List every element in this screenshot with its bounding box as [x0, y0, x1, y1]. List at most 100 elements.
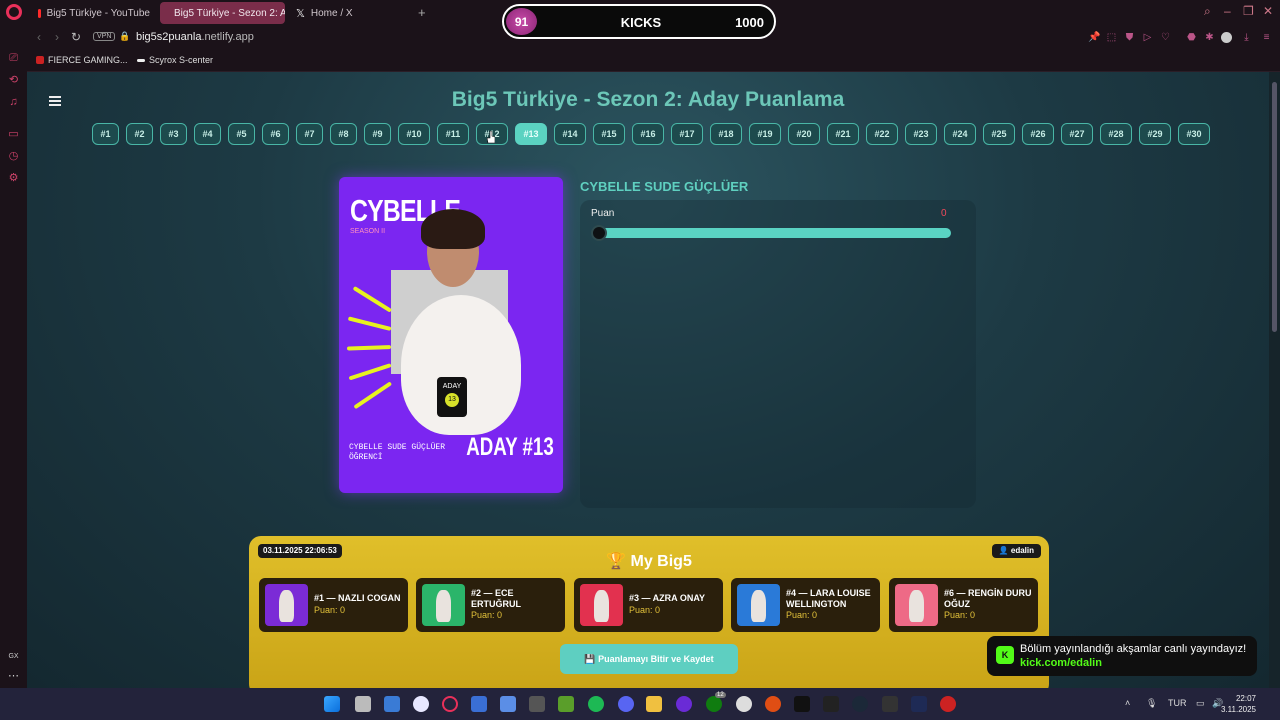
snapshot-icon[interactable]: ⬚ — [1106, 32, 1117, 43]
save-button[interactable]: 💾 Puanlamayı Bitir ve Kaydet — [560, 644, 738, 674]
candidate-number-button[interactable]: #18 — [710, 123, 742, 145]
microphone-icon[interactable]: 🎙 — [1146, 698, 1157, 709]
xbox-icon[interactable] — [706, 696, 722, 712]
tab-youtube[interactable]: Big5 Türkiye - YouTube — [30, 2, 150, 24]
sidebar-gaming-icon[interactable]: ⎚ — [7, 52, 20, 65]
language-indicator[interactable]: TUR — [1168, 698, 1187, 708]
scrollbar-thumb[interactable] — [1272, 82, 1277, 332]
sidebar-more-icon[interactable]: ⋯ — [7, 670, 20, 683]
big5-pick-card[interactable]: #4 — LARA LOUISE WELLINGTON Puan: 0 — [731, 578, 880, 632]
clock[interactable]: 22:07 3.11.2025 — [1221, 693, 1256, 715]
store-icon[interactable] — [471, 696, 487, 712]
widgets-icon[interactable] — [384, 696, 400, 712]
candidate-number-button[interactable]: #13 — [515, 123, 547, 145]
big5-pick-card[interactable]: #3 — AZRA ONAY Puan: 0 — [574, 578, 723, 632]
candidate-number-button[interactable]: #30 — [1178, 123, 1210, 145]
candidate-number-button[interactable]: #20 — [788, 123, 820, 145]
play-icon[interactable]: ▷ — [1142, 32, 1153, 43]
tab-x-home[interactable]: 𝕏 Home / X — [288, 2, 408, 24]
app-circle-icon[interactable] — [736, 696, 752, 712]
big5-pick-card[interactable]: #2 — ECE ERTUĞRUL Puan: 0 — [416, 578, 565, 632]
candidate-number-button[interactable]: #9 — [364, 123, 391, 145]
lock-icon[interactable]: 🔒 — [119, 31, 130, 42]
candidate-number-button[interactable]: #22 — [866, 123, 898, 145]
maximize-button[interactable]: ❐ — [1243, 4, 1254, 18]
candidate-number-button[interactable]: #16 — [632, 123, 664, 145]
heart-icon[interactable]: ♡ — [1160, 32, 1171, 43]
minimize-button[interactable]: – — [1224, 4, 1231, 18]
bookmark-fierce-gaming[interactable]: FIERCE GAMING... — [36, 55, 128, 65]
back-icon[interactable]: ‹ — [37, 30, 41, 44]
candidate-number-button[interactable]: #5 — [228, 123, 255, 145]
score-slider-knob[interactable] — [591, 225, 607, 241]
candidate-number-button[interactable]: #27 — [1061, 123, 1093, 145]
opera-gx-taskbar-icon[interactable] — [442, 696, 458, 712]
candidate-number-button[interactable]: #29 — [1139, 123, 1171, 145]
reload-icon[interactable]: ↻ — [71, 30, 81, 44]
candidate-number-button[interactable]: #19 — [749, 123, 781, 145]
app-red-icon[interactable] — [940, 696, 956, 712]
menu-dots-icon[interactable]: ≡ — [1261, 32, 1272, 43]
tray-overflow-icon[interactable]: ˄ — [1125, 698, 1130, 708]
opera-logo-icon[interactable] — [6, 4, 22, 20]
sidebar-settings-icon[interactable]: ⚙ — [7, 172, 20, 185]
candidate-number-button[interactable]: #17 — [671, 123, 703, 145]
mail-icon[interactable] — [500, 696, 516, 712]
big5-pick-card[interactable]: #6 — RENGİN DURU OĞUZ Puan: 0 — [889, 578, 1038, 632]
sidebar-music-icon[interactable]: ♫ — [7, 96, 20, 109]
spotify-icon[interactable] — [588, 696, 604, 712]
candidate-number-button[interactable]: #1 — [92, 123, 119, 145]
candidate-number-button[interactable]: #8 — [330, 123, 357, 145]
app-icon[interactable] — [529, 696, 545, 712]
toast-link[interactable]: kick.com/edalin — [1020, 657, 1102, 669]
discord-icon[interactable] — [618, 696, 634, 712]
candidate-number-button[interactable]: #23 — [905, 123, 937, 145]
app-black-icon[interactable] — [794, 696, 810, 712]
display-icon[interactable]: ▭ — [1196, 698, 1205, 709]
candidate-number-button[interactable]: #3 — [160, 123, 187, 145]
candidate-number-button[interactable]: #7 — [296, 123, 323, 145]
app-dark-icon[interactable] — [882, 696, 898, 712]
close-window-button[interactable]: ✕ — [1263, 4, 1273, 18]
nvidia-icon[interactable] — [558, 696, 574, 712]
candidate-number-button[interactable]: #28 — [1100, 123, 1132, 145]
extension-icon[interactable]: ⬣ — [1186, 32, 1197, 43]
app-purple-icon[interactable] — [676, 696, 692, 712]
app-orange-icon[interactable] — [765, 696, 781, 712]
tab-big5-puanla[interactable]: Big5 Türkiye - Sezon 2: A — [160, 2, 285, 24]
new-tab-button[interactable]: + — [418, 5, 426, 20]
candidate-number-button[interactable]: #24 — [944, 123, 976, 145]
kick-toast[interactable]: K Bölüm yayınlandığı akşamlar canlı yayı… — [987, 636, 1257, 676]
valorant-icon[interactable] — [911, 696, 927, 712]
shield-icon[interactable]: ⛊ — [1124, 32, 1135, 43]
windows-start-icon[interactable] — [324, 696, 340, 712]
url-field[interactable]: big5s2puanla.netlify.app — [136, 31, 254, 43]
sidebar-messenger-icon[interactable]: ▭ — [7, 128, 20, 141]
epic-games-icon[interactable] — [823, 696, 839, 712]
candidate-number-button[interactable]: #4 — [194, 123, 221, 145]
forward-icon[interactable]: › — [55, 30, 59, 44]
puzzle-icon[interactable]: ✱ — [1204, 32, 1215, 43]
score-slider[interactable] — [591, 225, 951, 241]
big5-pick-card[interactable]: #1 — NAZLI COGAN Puan: 0 — [259, 578, 408, 632]
sidebar-clock-icon[interactable]: ◷ — [7, 150, 20, 163]
file-explorer-icon[interactable] — [646, 696, 662, 712]
candidate-number-button[interactable]: #10 — [398, 123, 430, 145]
candidate-number-button[interactable]: #2 — [126, 123, 153, 145]
candidate-number-button[interactable]: #25 — [983, 123, 1015, 145]
candidate-number-button[interactable]: #14 — [554, 123, 586, 145]
bookmark-scyrox[interactable]: Scyrox S-center — [137, 55, 213, 65]
candidate-number-button[interactable]: #15 — [593, 123, 625, 145]
pin-icon[interactable]: 📌 — [1088, 32, 1100, 43]
music-app-icon[interactable] — [413, 696, 429, 712]
steam-icon[interactable] — [852, 696, 868, 712]
candidate-number-button[interactable]: #26 — [1022, 123, 1054, 145]
avatar-icon[interactable] — [1221, 32, 1232, 43]
candidate-number-button[interactable]: #6 — [262, 123, 289, 145]
page-scrollbar[interactable] — [1269, 72, 1280, 688]
sidebar-history-icon[interactable]: ⟲ — [7, 74, 20, 87]
candidate-number-button[interactable]: #21 — [827, 123, 859, 145]
vpn-badge[interactable]: VPN — [93, 32, 116, 41]
candidate-number-button[interactable]: #11 — [437, 123, 469, 145]
download-icon[interactable]: ⤓ — [1241, 32, 1252, 43]
